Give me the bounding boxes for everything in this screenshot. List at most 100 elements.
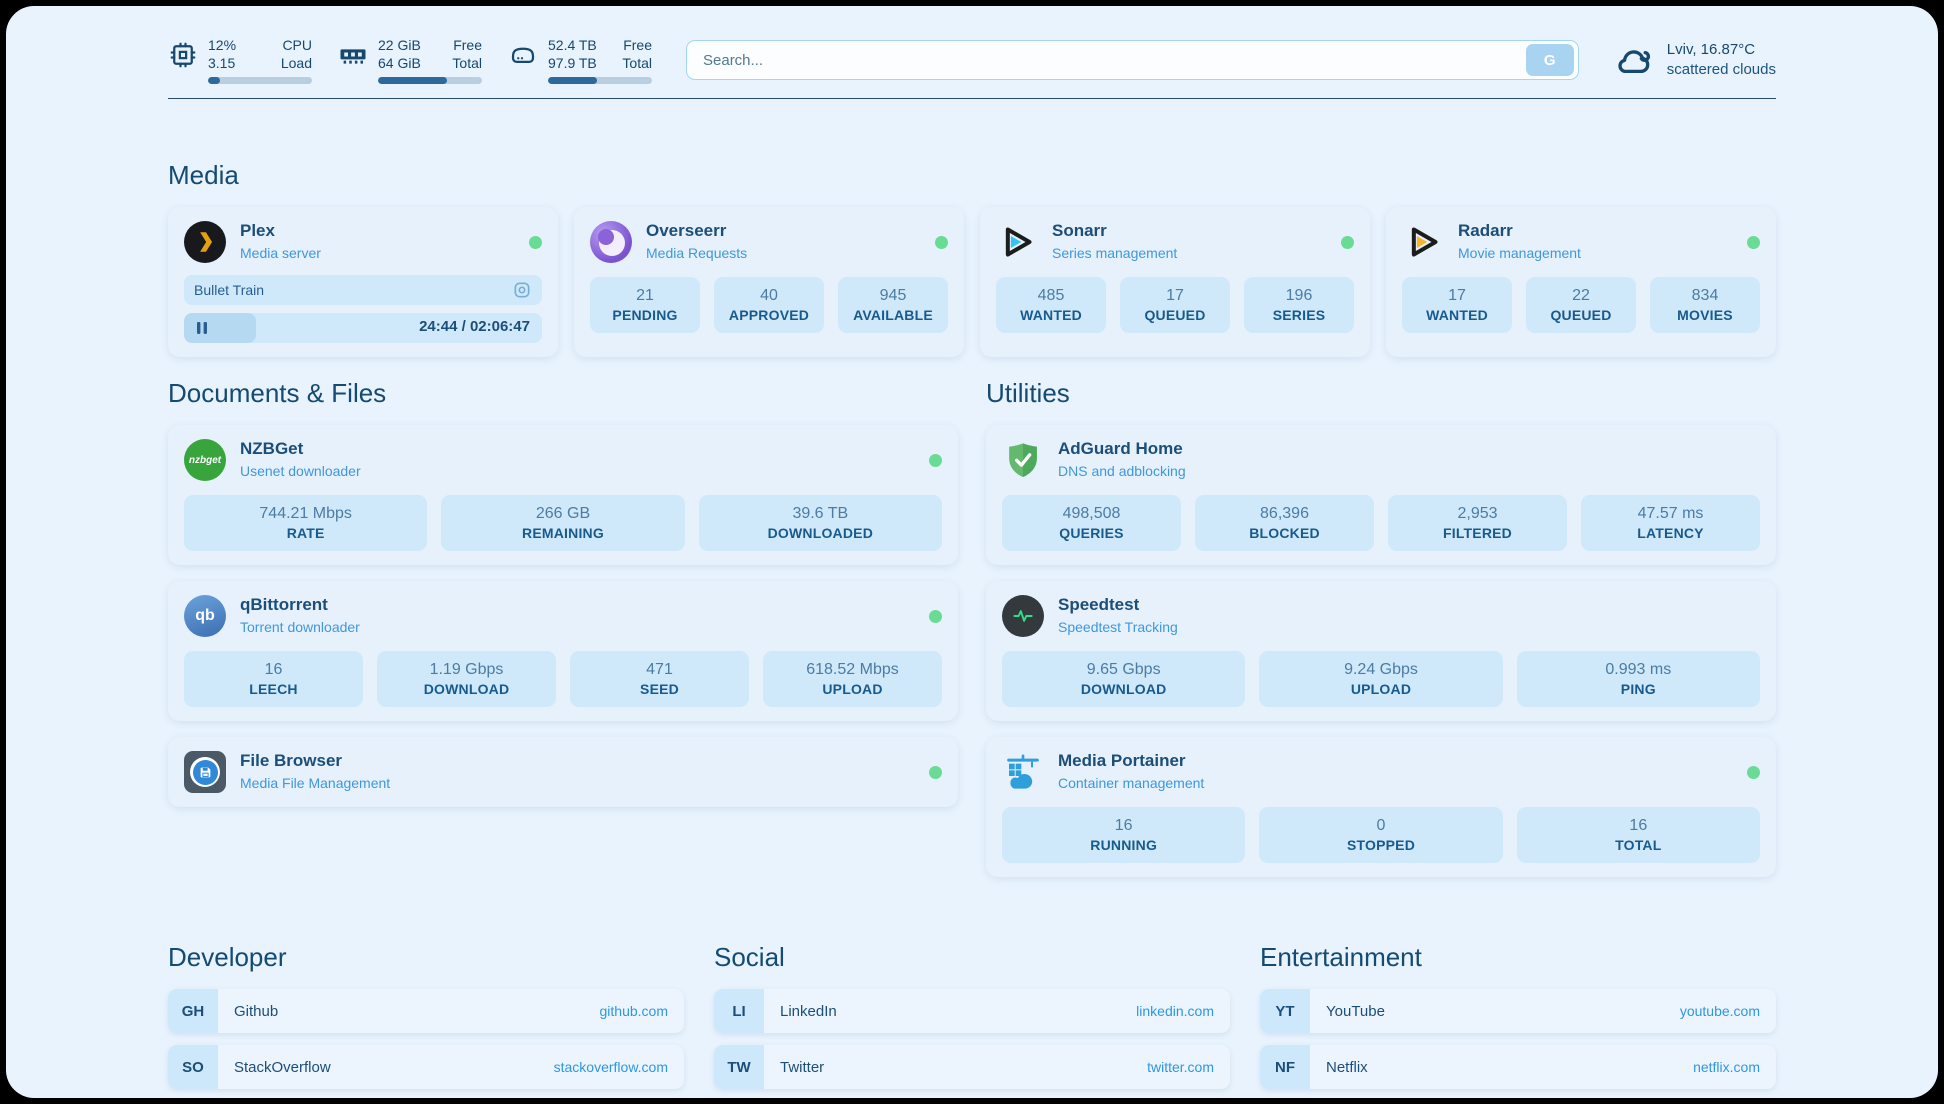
- stat-filtered: 2,953FILTERED: [1388, 495, 1567, 551]
- app-card-radarr[interactable]: Radarr Movie management 17WANTED 22QUEUE…: [1386, 207, 1776, 357]
- app-name: Sonarr: [1052, 221, 1177, 241]
- app-subtitle: Media File Management: [240, 773, 390, 793]
- stat-running: 16RUNNING: [1002, 807, 1245, 863]
- ram-progress-track: [378, 77, 482, 84]
- app-subtitle: Media server: [240, 243, 321, 263]
- app-card-speedtest[interactable]: Speedtest Speedtest Tracking 9.65 GbpsDO…: [986, 581, 1776, 721]
- bookmark-linkedin[interactable]: LI LinkedIn linkedin.com: [714, 989, 1230, 1033]
- playback-progress-bar[interactable]: 24:44 / 02:06:47: [184, 313, 542, 343]
- stat-queued: 22QUEUED: [1526, 277, 1636, 333]
- status-dot: [929, 454, 942, 467]
- cpu-icon: [168, 40, 198, 70]
- stat-wanted: 17WANTED: [1402, 277, 1512, 333]
- app-card-qbittorrent[interactable]: qb qBittorrent Torrent downloader 16LEEC…: [168, 581, 958, 721]
- bookmark-url[interactable]: twitter.com: [1147, 1059, 1214, 1075]
- cpu-progress-fill: [208, 77, 220, 84]
- bookmark-abbr: SO: [168, 1045, 218, 1089]
- app-name: Media Portainer: [1058, 751, 1204, 771]
- stat-wanted: 485WANTED: [996, 277, 1106, 333]
- bookmark-twitter[interactable]: TW Twitter twitter.com: [714, 1045, 1230, 1089]
- cpu-label: CPU: [282, 36, 312, 54]
- disk-widget: 52.4 TBFree 97.9 TBTotal: [508, 36, 652, 84]
- bookmark-url[interactable]: linkedin.com: [1136, 1003, 1214, 1019]
- search-engine-button[interactable]: G: [1526, 44, 1574, 76]
- stat-movies: 834MOVIES: [1650, 277, 1760, 333]
- disk-free: 52.4 TB: [548, 36, 597, 54]
- qbittorrent-icon: qb: [184, 595, 226, 637]
- cpu-label2: Load: [281, 54, 312, 72]
- bookmark-github[interactable]: GH Github github.com: [168, 989, 684, 1033]
- pause-icon[interactable]: [194, 320, 210, 336]
- filebrowser-icon: [184, 751, 226, 793]
- app-card-plex[interactable]: Plex Media server Bullet Train 24:44 / 0…: [168, 207, 558, 357]
- app-name: Overseerr: [646, 221, 747, 241]
- bookmark-url[interactable]: github.com: [600, 1003, 668, 1019]
- section-title-documents: Documents & Files: [168, 377, 958, 409]
- section-title-social: Social: [714, 941, 1230, 973]
- bookmark-url[interactable]: netflix.com: [1693, 1059, 1760, 1075]
- ram-label2: Total: [452, 54, 482, 72]
- app-card-filebrowser[interactable]: File Browser Media File Management: [168, 737, 958, 807]
- app-name: File Browser: [240, 751, 390, 771]
- weather-widget: Lviv, 16.87°C scattered clouds: [1613, 39, 1776, 81]
- bookmark-name: Netflix: [1326, 1059, 1368, 1076]
- documents-column: Documents & Files nzbget NZBGet Usenet d…: [168, 377, 958, 877]
- bookmark-url[interactable]: youtube.com: [1680, 1003, 1760, 1019]
- section-title-media: Media: [168, 159, 1776, 191]
- app-card-overseerr[interactable]: Overseerr Media Requests 21PENDING 40APP…: [574, 207, 964, 357]
- developer-column: Developer GH Github github.com SO StackO…: [168, 941, 684, 1098]
- stat-stopped: 0STOPPED: [1259, 807, 1502, 863]
- app-card-portainer[interactable]: Media Portainer Container management 16R…: [986, 737, 1776, 877]
- stat-download: 9.65 GbpsDOWNLOAD: [1002, 651, 1245, 707]
- bookmark-abbr: NF: [1260, 1045, 1310, 1089]
- video-icon[interactable]: [512, 280, 532, 300]
- sonarr-icon: [996, 221, 1038, 263]
- stat-download: 1.19 GbpsDOWNLOAD: [377, 651, 556, 707]
- app-card-nzbget[interactable]: nzbget NZBGet Usenet downloader 744.21 M…: [168, 425, 958, 565]
- weather-condition: scattered clouds: [1667, 60, 1776, 80]
- bookmark-abbr: TW: [714, 1045, 764, 1089]
- app-name: Plex: [240, 221, 321, 241]
- stat-upload: 618.52 MbpsUPLOAD: [763, 651, 942, 707]
- stat-approved: 40APPROVED: [714, 277, 824, 333]
- bookmark-youtube[interactable]: YT YouTube youtube.com: [1260, 989, 1776, 1033]
- bookmark-abbr: YT: [1260, 989, 1310, 1033]
- bookmark-stackoverflow[interactable]: SO StackOverflow stackoverflow.com: [168, 1045, 684, 1089]
- bookmark-abbr: LI: [714, 989, 764, 1033]
- section-title-utilities: Utilities: [986, 377, 1776, 409]
- bookmark-url[interactable]: stackoverflow.com: [554, 1059, 668, 1075]
- ram-free: 22 GiB: [378, 36, 421, 54]
- disk-label: Free: [623, 36, 652, 54]
- status-dot: [935, 236, 948, 249]
- stat-pending: 21PENDING: [590, 277, 700, 333]
- radarr-icon: [1402, 221, 1444, 263]
- ram-total: 64 GiB: [378, 54, 421, 72]
- now-playing-title: Bullet Train: [194, 282, 264, 298]
- bookmark-name: YouTube: [1326, 1003, 1385, 1020]
- app-card-adguard[interactable]: AdGuard Home DNS and adblocking 498,508Q…: [986, 425, 1776, 565]
- app-name: AdGuard Home: [1058, 439, 1186, 459]
- app-name: qBittorrent: [240, 595, 360, 615]
- status-dot: [929, 610, 942, 623]
- app-name: Speedtest: [1058, 595, 1178, 615]
- cpu-load: 3.15: [208, 54, 235, 72]
- stat-queued: 17QUEUED: [1120, 277, 1230, 333]
- plex-icon: [184, 221, 226, 263]
- stat-leech: 16LEECH: [184, 651, 363, 707]
- stat-blocked: 86,396BLOCKED: [1195, 495, 1374, 551]
- stat-seed: 471SEED: [570, 651, 749, 707]
- playback-time: 24:44 / 02:06:47: [419, 318, 530, 335]
- bookmark-name: StackOverflow: [234, 1059, 331, 1076]
- app-card-sonarr[interactable]: Sonarr Series management 485WANTED 17QUE…: [980, 207, 1370, 357]
- status-dot: [1747, 766, 1760, 779]
- disk-progress-track: [548, 77, 652, 84]
- search-bar[interactable]: G: [686, 40, 1579, 80]
- app-name: NZBGet: [240, 439, 361, 459]
- weather-location: Lviv, 16.87°C: [1667, 40, 1776, 60]
- bookmark-netflix[interactable]: NF Netflix netflix.com: [1260, 1045, 1776, 1089]
- section-title-developer: Developer: [168, 941, 684, 973]
- search-input[interactable]: [687, 52, 1526, 69]
- bookmark-name: Github: [234, 1003, 278, 1020]
- adguard-icon: [1002, 439, 1044, 481]
- ram-progress-fill: [378, 77, 447, 84]
